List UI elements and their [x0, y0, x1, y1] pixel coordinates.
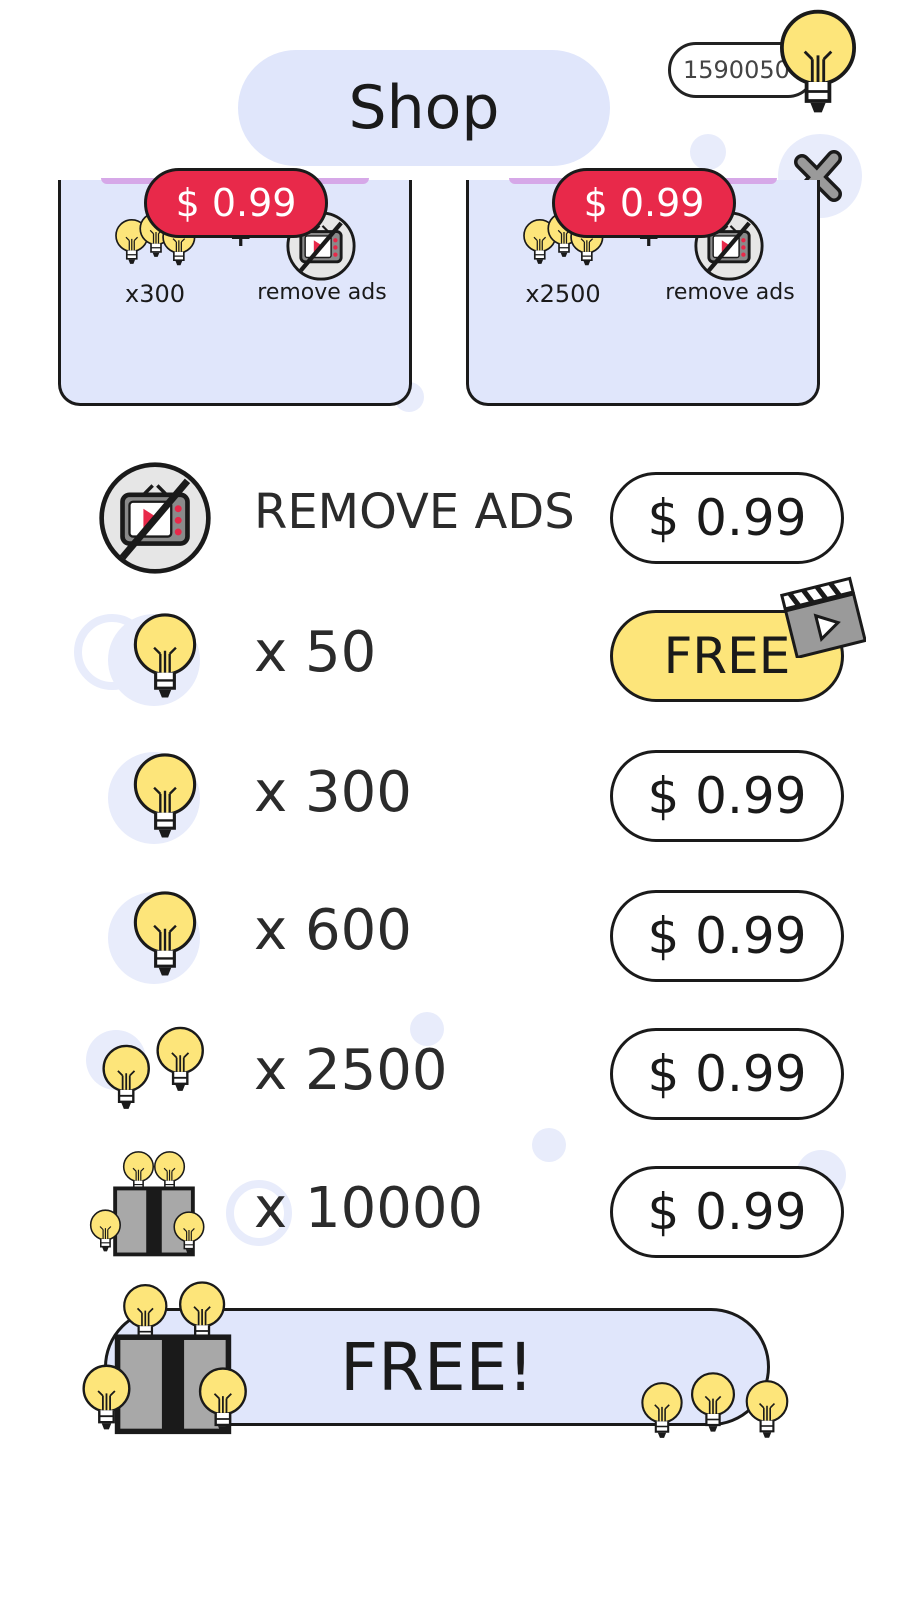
clapperboard-icon	[780, 576, 866, 658]
gift-box-bulbs-icon	[82, 1281, 247, 1438]
row-label: x 10000	[254, 1176, 484, 1241]
decor-bubble	[690, 134, 726, 170]
no-ads-tv-icon	[94, 460, 216, 576]
price-button[interactable]: $ 0.99	[610, 1028, 844, 1120]
lightbulb-icon	[126, 888, 204, 982]
lightbulb-icon	[126, 750, 204, 844]
bundle-price-button[interactable]: $ 0.99	[552, 168, 736, 238]
price-button[interactable]: $ 0.99	[610, 750, 844, 842]
price-button[interactable]: $ 0.99	[610, 890, 844, 982]
bundle-price-button[interactable]: $ 0.99	[144, 168, 328, 238]
row-label: x 600	[254, 898, 412, 963]
bulb-cluster-icon	[641, 1372, 789, 1439]
price-button[interactable]: $ 0.99	[610, 472, 844, 564]
price-button[interactable]: $ 0.99	[610, 1166, 844, 1258]
row-label: x 2500	[254, 1038, 448, 1103]
lightbulb-icon	[770, 6, 866, 120]
bundle-bulb-caption: x2500	[525, 280, 601, 308]
two-lightbulbs-icon	[102, 1026, 204, 1111]
bundle-ads-caption: remove ads	[257, 280, 387, 305]
bundle-ads-caption: remove ads	[665, 280, 795, 305]
row-label: REMOVE ADS	[254, 484, 575, 540]
row-label: x 50	[254, 620, 377, 685]
gift-box-bulbs-icon	[89, 1151, 205, 1258]
page-title: Shop	[238, 50, 610, 166]
bundle-bulb-caption: x300	[124, 280, 185, 308]
lightbulb-icon	[126, 610, 204, 704]
decor-bubble	[532, 1128, 566, 1162]
row-label: x 300	[254, 760, 412, 825]
